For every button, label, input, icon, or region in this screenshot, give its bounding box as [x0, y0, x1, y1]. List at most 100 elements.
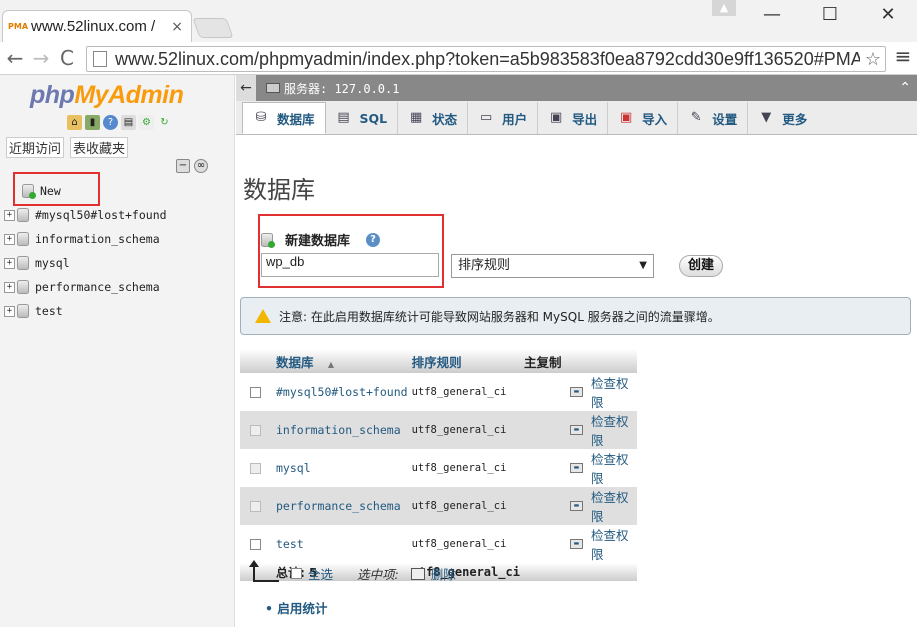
scroll-top-icon[interactable]: ⌃	[899, 80, 911, 96]
database-name[interactable]: performance_schema	[272, 487, 408, 525]
database-name[interactable]: test	[272, 525, 408, 563]
tab-sql[interactable]: ▤ SQL	[326, 102, 399, 134]
tab-users[interactable]: ▭ 用户	[468, 102, 539, 134]
tab-databases[interactable]: ⛁ 数据库	[242, 102, 326, 134]
collation-value: utf8_general_ci	[411, 538, 507, 550]
close-window-button[interactable]: ✕	[868, 4, 908, 28]
tab-label: 导出	[572, 111, 598, 127]
tab-export[interactable]: ▣ 导出	[538, 102, 609, 134]
address-bar[interactable]: www.52linux.com/phpmyadmin/index.php?tok…	[86, 46, 886, 72]
tab-label: 用户	[502, 111, 528, 127]
logout-icon[interactable]: ▮	[85, 115, 100, 130]
forward-button[interactable]: →	[28, 44, 54, 72]
create-db-heading: 新建数据库 ?	[261, 230, 381, 249]
tab-label: 状态	[432, 111, 458, 127]
replication-cell	[519, 487, 566, 525]
bookmark-star-icon[interactable]: ☆	[865, 49, 881, 70]
page-title: 数据库	[243, 176, 315, 204]
tree-item-label[interactable]: mysql	[35, 256, 70, 270]
new-tab-button[interactable]	[192, 18, 234, 38]
server-label[interactable]: 服务器: 127.0.0.1	[284, 80, 399, 97]
row-checkbox[interactable]	[250, 539, 261, 550]
row-checkbox	[250, 425, 261, 436]
check-privileges-link[interactable]: ▬ 检查权限	[569, 449, 637, 487]
header-label: 数据库	[276, 354, 314, 370]
tab-close-icon[interactable]: ×	[171, 19, 183, 35]
check-privileges-link[interactable]: ▬ 检查权限	[569, 411, 637, 449]
database-name[interactable]: #mysql50#lost+found	[272, 373, 408, 411]
browser-tab[interactable]: PMA www.52linux.com / ×	[2, 10, 192, 42]
tab-label: SQL	[359, 110, 388, 126]
tree-item-db[interactable]: + information_schema	[0, 227, 235, 251]
select-all-control[interactable]: 全选	[291, 564, 333, 583]
tree-item-label[interactable]: #mysql50#lost+found	[35, 208, 167, 222]
check-privileges-link[interactable]: ▬ 检查权限	[569, 487, 637, 525]
notice-text: 注意: 在此启用数据库统计可能导致网站服务器和 MySQL 服务器之间的流量骤增…	[279, 309, 720, 324]
replication-cell	[519, 411, 566, 449]
recent-tab[interactable]: 近期访问	[6, 137, 65, 158]
reload-button[interactable]: C	[54, 44, 80, 72]
expand-icon[interactable]: +	[4, 233, 15, 245]
browser-navbar: ← → C www.52linux.com/phpmyadmin/index.p…	[0, 42, 917, 75]
browser-menu-icon[interactable]: ≡	[891, 44, 915, 72]
tree-item-label[interactable]: test	[35, 304, 63, 318]
tree-item-db[interactable]: + test	[0, 299, 235, 323]
collation-select-value: 排序规则	[458, 258, 511, 273]
row-checkbox[interactable]	[250, 387, 261, 398]
tree-item-label[interactable]: information_schema	[35, 232, 160, 246]
db-name-input[interactable]: wp_db	[261, 253, 439, 277]
docs-icon[interactable]: ▤	[121, 115, 136, 130]
database-name[interactable]: information_schema	[272, 411, 408, 449]
header-database[interactable]: 数据库 ▲	[272, 349, 408, 373]
tree-item-db[interactable]: + #mysql50#lost+found	[0, 203, 235, 227]
tree-item-label[interactable]: performance_schema	[35, 280, 160, 294]
url-text[interactable]: www.52linux.com/phpmyadmin/index.php?tok…	[115, 49, 860, 70]
check-privileges-link[interactable]: ▬ 检查权限	[569, 373, 637, 411]
expand-icon[interactable]: +	[4, 209, 15, 221]
select-all-label[interactable]: 全选	[308, 564, 333, 583]
favorites-tab[interactable]: 表收藏夹	[70, 137, 129, 158]
help-icon[interactable]: ?	[366, 232, 381, 247]
minimize-button[interactable]: —	[752, 4, 792, 28]
settings-gear-icon[interactable]: ⚙	[139, 115, 154, 130]
enable-stats-link[interactable]: • 启用统计	[265, 598, 327, 617]
user-profile-icon[interactable]: ▲	[712, 0, 736, 16]
tree-item-db[interactable]: + mysql	[0, 251, 235, 275]
collation-select[interactable]: 排序规则 ▼	[451, 254, 654, 278]
select-all-checkbox[interactable]	[291, 568, 302, 579]
row-checkbox	[250, 501, 261, 512]
tab-more[interactable]: ▼ 更多	[748, 102, 817, 134]
expand-icon[interactable]: +	[4, 257, 15, 269]
chevron-down-icon: ▼	[761, 110, 772, 125]
delete-button[interactable]: 删除	[410, 564, 456, 583]
table-row: information_schema utf8_general_ci ▬ 检查权限	[240, 411, 637, 449]
collapse-all-icon[interactable]: −	[176, 159, 190, 173]
delete-icon	[410, 567, 425, 580]
tab-status[interactable]: ▦ 状态	[398, 102, 469, 134]
refresh-icon[interactable]: ↻	[157, 115, 172, 130]
help-icon[interactable]: ?	[103, 115, 118, 130]
maximize-button[interactable]: ☐	[810, 4, 850, 28]
logo-admin: Admin	[108, 81, 184, 109]
check-privileges-link[interactable]: ▬ 检查权限	[569, 525, 637, 563]
home-icon[interactable]: ⌂	[67, 115, 82, 130]
tree-item-db[interactable]: + performance_schema	[0, 275, 235, 299]
tab-settings[interactable]: ✎ 设置	[678, 102, 749, 134]
header-checkbox-cell	[240, 349, 272, 373]
users-icon: ▭	[479, 110, 493, 125]
expand-icon[interactable]: +	[4, 281, 15, 293]
create-button[interactable]: 创建	[679, 255, 723, 277]
database-name[interactable]: mysql	[272, 449, 408, 487]
action-label: 检查权限	[590, 490, 629, 524]
table-header-row: 数据库 ▲ 排序规则 主复制	[240, 349, 637, 373]
collapse-panel-icon[interactable]: ←	[236, 75, 256, 101]
phpmyadmin-logo[interactable]: phpMyAdmin	[30, 81, 184, 110]
database-icon	[17, 280, 29, 294]
back-button[interactable]: ←	[2, 44, 28, 72]
header-collation[interactable]: 排序规则	[407, 349, 520, 373]
tab-import[interactable]: ▣ 导入	[608, 102, 679, 134]
privileges-icon: ▬	[569, 501, 583, 511]
link-with-main-icon[interactable]: ∞	[194, 159, 208, 173]
status-icon: ▦	[409, 110, 423, 125]
expand-icon[interactable]: +	[4, 305, 15, 317]
